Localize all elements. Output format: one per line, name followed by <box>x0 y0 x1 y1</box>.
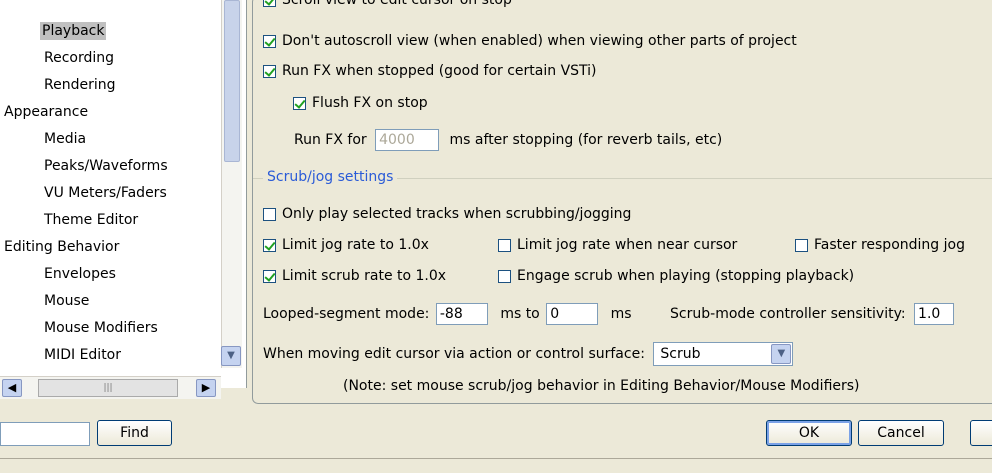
engage-scrub-row[interactable]: Engage scrub when playing (stopping play… <box>498 267 854 285</box>
looped-to-input[interactable]: 0 <box>546 303 599 325</box>
flush-fx-label: Flush FX on stop <box>312 95 428 111</box>
edit-cursor-select-value: Scrub <box>660 346 701 362</box>
apply-button-partial[interactable] <box>970 420 992 446</box>
sidebar-item-midi-editor[interactable]: MIDI Editor <box>44 346 121 364</box>
sensitivity-input[interactable]: 1.0 <box>914 303 955 325</box>
sidebar-item-appearance[interactable]: Appearance <box>4 103 88 121</box>
tree-horizontal-scroll-thumb[interactable]: ||| <box>38 379 178 397</box>
sidebar-item-media[interactable]: Media <box>44 130 86 148</box>
sidebar-item-editing-behavior[interactable]: Editing Behavior <box>4 238 119 256</box>
flush-fx-row[interactable]: Flush FX on stop <box>293 94 428 112</box>
looped-to-label: ms to <box>500 306 540 322</box>
sidebar-item-peaks-waveforms[interactable]: Peaks/Waveforms <box>44 157 168 175</box>
run-fx-stopped-checkbox[interactable] <box>263 65 276 78</box>
run-fx-for-label: Run FX for <box>294 132 367 148</box>
scroll-to-cursor-label: Scroll view to edit cursor on stop <box>282 0 512 8</box>
dont-autoscroll-label: Don't autoscroll view (when enabled) whe… <box>282 33 797 49</box>
looped-ms-label: ms <box>610 306 632 322</box>
ok-button[interactable]: OK <box>766 420 852 446</box>
limit-scrub-rate-checkbox[interactable] <box>263 270 276 283</box>
scroll-to-cursor-row[interactable]: Scroll view to edit cursor on stop <box>263 0 512 9</box>
limit-jog-rate-row[interactable]: Limit jog rate to 1.0x <box>263 236 429 254</box>
tree-vertical-scrollbar[interactable] <box>221 0 242 368</box>
playback-settings-panel: Scroll view to edit cursor on stop Don't… <box>252 0 992 404</box>
chevron-down-icon[interactable]: ▼ <box>221 346 241 366</box>
only-play-selected-row[interactable]: Only play selected tracks when scrubbing… <box>263 205 631 223</box>
engage-scrub-checkbox[interactable] <box>498 270 511 283</box>
edit-cursor-select[interactable]: Scrub ▼ <box>653 342 794 366</box>
chevron-down-icon[interactable]: ▼ <box>771 344 792 364</box>
sidebar-item-mouse-modifiers[interactable]: Mouse Modifiers <box>44 319 158 337</box>
bottom-edge <box>0 458 992 473</box>
sidebar-item-vu-meters-faders[interactable]: VU Meters/Faders <box>44 184 167 202</box>
preferences-tree: Playback Recording Rendering Appearance … <box>0 0 247 399</box>
dont-autoscroll-checkbox[interactable] <box>263 35 276 48</box>
only-play-selected-label: Only play selected tracks when scrubbing… <box>282 206 632 222</box>
engage-scrub-label: Engage scrub when playing (stopping play… <box>517 268 855 284</box>
sidebar-item-playback[interactable]: Playback <box>40 22 107 40</box>
limit-jog-near-cursor-label: Limit jog rate when near cursor <box>517 237 738 253</box>
only-play-selected-checkbox[interactable] <box>263 208 276 221</box>
faster-jog-label: Faster responding jog <box>814 237 965 253</box>
faster-jog-row[interactable]: Faster responding jog <box>795 236 965 254</box>
sensitivity-label: Scrub-mode controller sensitivity: <box>670 306 906 322</box>
tree-vertical-scroll-thumb[interactable] <box>224 0 240 162</box>
dont-autoscroll-row[interactable]: Don't autoscroll view (when enabled) whe… <box>263 32 797 50</box>
faster-jog-checkbox[interactable] <box>795 239 808 252</box>
limit-jog-rate-label: Limit jog rate to 1.0x <box>282 237 429 253</box>
scrub-group-label: Scrub/jog settings <box>263 169 398 185</box>
find-input[interactable] <box>0 422 90 446</box>
limit-jog-rate-checkbox[interactable] <box>263 239 276 252</box>
sidebar-item-recording[interactable]: Recording <box>44 49 114 67</box>
run-fx-for-suffix: ms after stopping (for reverb tails, etc… <box>449 132 723 148</box>
scrub-note: (Note: set mouse scrub/jog behavior in E… <box>343 378 860 394</box>
arrow-right-icon[interactable]: ▶ <box>196 379 216 397</box>
sidebar-item-mouse[interactable]: Mouse <box>44 292 89 310</box>
looped-segment-label: Looped-segment mode: <box>263 306 430 322</box>
run-fx-stopped-label: Run FX when stopped (good for certain VS… <box>282 63 597 79</box>
cancel-button[interactable]: Cancel <box>858 420 944 446</box>
scroll-to-cursor-checkbox[interactable] <box>263 0 276 7</box>
run-fx-for-input[interactable]: 4000 <box>375 129 440 151</box>
limit-jog-near-cursor-checkbox[interactable] <box>498 239 511 252</box>
edit-cursor-label: When moving edit cursor via action or co… <box>263 346 645 362</box>
run-fx-for-row: Run FX for 4000 ms after stopping (for r… <box>294 129 722 151</box>
run-fx-stopped-row[interactable]: Run FX when stopped (good for certain VS… <box>263 62 597 80</box>
limit-jog-near-cursor-row[interactable]: Limit jog rate when near cursor <box>498 236 737 254</box>
edit-cursor-row: When moving edit cursor via action or co… <box>263 342 794 366</box>
looped-segment-row: Looped-segment mode: -88 ms to 0 ms Scru… <box>263 303 955 325</box>
looped-from-input[interactable]: -88 <box>435 303 488 325</box>
find-button[interactable]: Find <box>97 420 172 446</box>
flush-fx-checkbox[interactable] <box>293 97 306 110</box>
tree-horizontal-scrollbar[interactable]: ◀ ||| ▶ <box>0 376 221 399</box>
limit-scrub-rate-label: Limit scrub rate to 1.0x <box>282 268 447 284</box>
arrow-left-icon[interactable]: ◀ <box>2 379 22 397</box>
sidebar-item-rendering[interactable]: Rendering <box>44 76 116 94</box>
limit-scrub-rate-row[interactable]: Limit scrub rate to 1.0x <box>263 267 446 285</box>
sidebar-item-envelopes[interactable]: Envelopes <box>44 265 116 283</box>
sidebar-item-theme-editor[interactable]: Theme Editor <box>44 211 138 229</box>
